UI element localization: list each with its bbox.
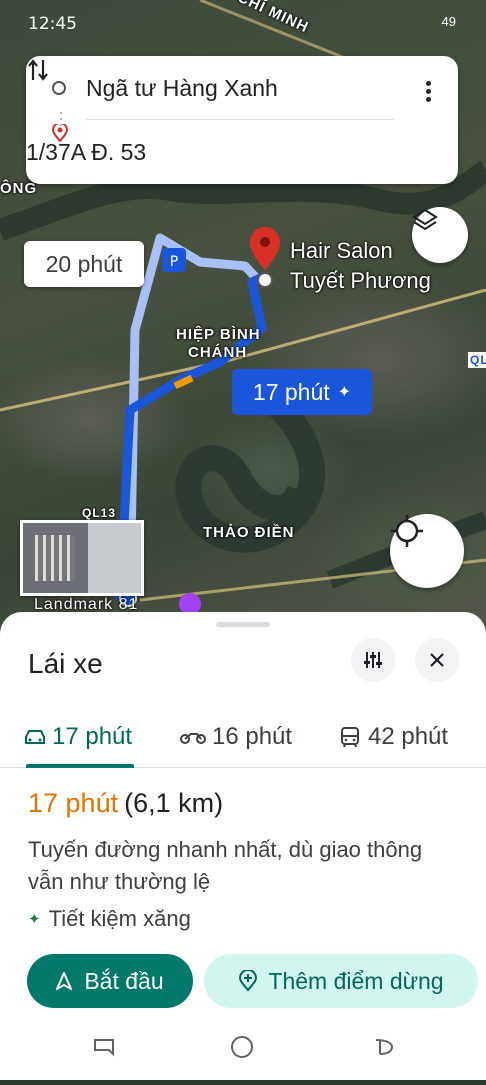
system-nav-bar [0,1020,486,1080]
tab-motorbike[interactable]: 16 phút [180,707,292,767]
street-view-image [35,535,75,581]
swap-icon[interactable] [26,56,50,84]
origin-text[interactable]: Ngã tư Hàng Xanh [86,75,278,102]
destination-pin-small-icon [52,124,68,142]
destination-pin-icon[interactable] [250,227,280,270]
origin-row[interactable]: Ngã tư Hàng Xanh [26,60,458,116]
route-summary: 17 phút (6,1 km) [28,788,223,819]
route-distance: (6,1 km) [124,788,224,818]
map-label-ql: QL [468,352,486,368]
sheet-drag-handle[interactable] [216,622,270,627]
travel-mode-tabs: 17 phút 16 phút 42 phút [0,707,486,768]
car-icon [25,730,45,744]
main-route-time-badge[interactable]: 17 phút ✦ [232,369,372,415]
tab-car[interactable]: 17 phút [24,707,132,767]
navigation-arrow-icon [56,972,73,990]
add-location-icon [239,970,258,992]
tab-car-label: 17 phút [52,723,133,750]
main-route-time: 17 phút [252,378,330,405]
map-label-chanh: CHÁNH [188,344,248,361]
street-view-thumbnail[interactable] [20,520,144,596]
close-icon [430,653,444,667]
more-options-icon[interactable] [426,78,432,105]
map-view[interactable]: P 12:45 49 CHÍ MINH ÔNG HIỆP BÌNH CHÁNH … [0,0,486,640]
svg-text:P: P [170,254,178,270]
card-divider [86,119,394,120]
destination-row[interactable]: 1/37A Đ. 53 [26,124,458,180]
destination-pin-dot [260,237,270,247]
alternate-route-time[interactable]: 20 phút [24,241,144,287]
transit-icon [341,727,359,748]
route-options-button[interactable] [351,638,395,682]
status-indicators: 49 [441,14,456,29]
add-stop-button[interactable]: Thêm điểm dừng [204,954,478,1008]
add-stop-label: Thêm điểm dừng [268,967,444,994]
motorbike-icon [180,733,206,744]
destination-text[interactable]: 1/37A Đ. 53 [26,139,146,166]
destination-label-line2: Tuyết Phương [290,268,431,293]
destination-label-line1: Hair Salon [290,238,393,263]
leaf-icon: ✦ [28,911,41,928]
home-icon[interactable] [231,1036,253,1058]
layers-icon [412,208,438,231]
map-label-thao-dien: THẢO ĐIỀN [203,524,295,541]
crosshair-icon [391,515,423,547]
eco-leaf-icon: ✦ [337,384,352,401]
map-label-ong: ÔNG [0,180,38,197]
destination-dot [257,272,273,288]
back-icon[interactable] [375,1039,394,1055]
active-tab-indicator [26,764,134,768]
destination-label[interactable]: Hair Salon Tuyết Phương [290,236,431,296]
tab-transit-label: 42 phút [368,723,449,750]
route-duration: 17 phút [28,788,119,818]
map-label-ql13: QL13 [82,506,117,520]
my-location-button[interactable] [390,514,464,588]
tab-motorbike-label: 16 phút [212,723,293,750]
start-button[interactable]: Bắt đầu [27,954,193,1008]
map-label-hiep-binh: HIỆP BÌNH [176,326,261,343]
close-button[interactable] [415,638,459,682]
sliders-icon [364,652,382,668]
eco-text: Tiết kiệm xăng [48,906,191,931]
route-description: Tuyến đường nhanh nhất, dù giao thông vẫ… [28,837,423,894]
origin-circle-icon [52,81,66,95]
layers-button[interactable] [412,207,468,263]
directions-card: Ngã tư Hàng Xanh 1/37A Đ. 53 [26,56,458,184]
nav-buttons [94,1036,394,1058]
status-time: 12:45 [28,14,77,34]
sheet-title: Lái xe [28,648,103,679]
bottom-sheet: Lái xe 17 phút 16 phút 42 phút 17 phút (… [0,612,486,1080]
eco-label: ✦ Tiết kiệm xăng [28,906,191,932]
start-button-label: Bắt đầu [84,967,164,994]
tab-transit[interactable]: 42 phút [340,707,448,767]
recent-apps-icon[interactable] [94,1039,114,1057]
